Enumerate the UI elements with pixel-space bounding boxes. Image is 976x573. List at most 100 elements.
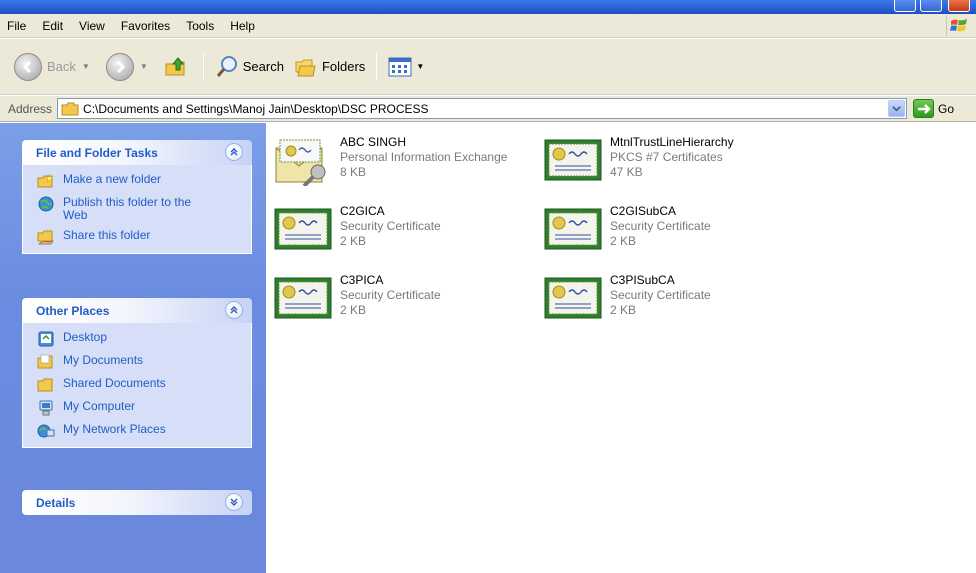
menu-view[interactable]: View [71, 19, 113, 33]
file-item[interactable]: C3PICA Security Certificate 2 KB [272, 272, 542, 330]
file-type: Security Certificate [610, 219, 711, 233]
menu-bar: File Edit View Favorites Tools Help [0, 14, 976, 38]
file-item[interactable]: ABC SINGH Personal Information Exchange … [272, 134, 542, 192]
shared-documents-icon [37, 377, 55, 393]
file-item[interactable]: C2GICA Security Certificate 2 KB [272, 203, 542, 261]
file-folder-tasks-header[interactable]: File and Folder Tasks [22, 140, 252, 165]
chevron-down-icon [230, 498, 238, 506]
file-type: Security Certificate [340, 219, 441, 233]
certificate-icon [542, 272, 604, 324]
file-size: 2 KB [610, 234, 637, 248]
my-computer-icon [37, 400, 55, 416]
place-my-documents[interactable]: My Documents [37, 354, 241, 370]
file-item[interactable]: C3PISubCA Security Certificate 2 KB [542, 272, 812, 330]
chevron-down-icon [892, 106, 901, 112]
menu-help[interactable]: Help [222, 19, 263, 33]
search-label: Search [242, 59, 284, 74]
folders-icon [294, 55, 318, 79]
back-arrow-icon [14, 52, 42, 81]
toolbar-separator [376, 52, 378, 81]
forward-dropdown-icon[interactable]: ▼ [140, 62, 148, 71]
forward-arrow-icon [105, 52, 134, 81]
panel-title: File and Folder Tasks [36, 145, 158, 160]
file-item[interactable]: C2GISubCA Security Certificate 2 KB [542, 203, 812, 261]
address-path: C:\Documents and Settings\Manoj Jain\Des… [83, 101, 429, 116]
search-button[interactable]: Search [210, 49, 289, 85]
file-size: 2 KB [610, 303, 637, 317]
address-bar: Address C:\Documents and Settings\Manoj … [0, 96, 976, 122]
certificate-icon [542, 203, 604, 255]
publish-web-icon [37, 196, 55, 212]
close-button[interactable] [948, 0, 970, 12]
file-size: 8 KB [340, 165, 367, 179]
file-size: 47 KB [610, 165, 643, 179]
back-button[interactable]: Back ▼ [9, 49, 101, 85]
file-view: ABC SINGH Personal Information Exchange … [266, 123, 976, 573]
new-folder-icon [37, 173, 55, 189]
menu-tools[interactable]: Tools [178, 19, 222, 33]
search-icon [215, 55, 239, 79]
folder-icon [61, 102, 79, 115]
title-bar [0, 0, 976, 14]
up-folder-button[interactable] [159, 49, 197, 85]
folders-button[interactable]: Folders [289, 49, 370, 85]
place-shared-documents[interactable]: Shared Documents [37, 377, 241, 393]
place-label: My Documents [63, 353, 144, 367]
up-folder-icon [164, 55, 188, 79]
share-folder-icon [37, 229, 55, 245]
task-label: Publish this folder to the Web [63, 195, 192, 222]
go-label: Go [938, 101, 955, 116]
pfx-certificate-icon [272, 134, 334, 186]
place-label: Desktop [63, 330, 108, 344]
file-size: 2 KB [340, 303, 367, 317]
file-type: PKCS #7 Certificates [610, 150, 723, 164]
place-label: Shared Documents [63, 376, 166, 390]
file-size: 2 KB [340, 234, 367, 248]
menu-edit[interactable]: Edit [34, 19, 71, 33]
collapse-button[interactable] [225, 301, 243, 319]
file-folder-tasks-body: Make a new folder Publish this folder to… [22, 165, 252, 254]
views-button[interactable]: ▼ [383, 49, 429, 85]
menu-favorites[interactable]: Favorites [113, 19, 178, 33]
file-name: C2GISubCA [610, 204, 677, 218]
place-my-computer[interactable]: My Computer [37, 400, 241, 416]
certificate-icon [272, 272, 334, 324]
forward-button[interactable]: ▼ [101, 49, 159, 85]
chevron-up-icon [230, 148, 238, 156]
other-places-panel: Other Places Desktop My Documents Shared… [22, 298, 252, 448]
folders-label: Folders [321, 59, 366, 74]
address-dropdown-button[interactable] [888, 100, 906, 117]
go-button[interactable]: Go [913, 99, 954, 118]
file-folder-tasks-panel: File and Folder Tasks Make a new folder … [22, 140, 252, 254]
menu-file[interactable]: File [0, 19, 34, 33]
place-desktop[interactable]: Desktop [37, 331, 241, 347]
details-header[interactable]: Details [22, 490, 252, 515]
minimize-button[interactable] [894, 0, 916, 12]
collapse-button[interactable] [225, 143, 243, 161]
address-input[interactable]: C:\Documents and Settings\Manoj Jain\Des… [57, 98, 908, 119]
panel-title: Details [36, 495, 76, 510]
address-label: Address [8, 101, 53, 116]
file-item[interactable]: MtnlTrustLineHierarchy PKCS #7 Certifica… [542, 134, 812, 192]
file-name: C2GICA [340, 204, 385, 218]
panel-title: Other Places [36, 303, 110, 318]
back-dropdown-icon[interactable]: ▼ [82, 62, 90, 71]
task-make-new-folder[interactable]: Make a new folder [37, 173, 241, 189]
file-type: Personal Information Exchange [340, 150, 508, 164]
place-label: My Computer [63, 399, 136, 413]
expand-button[interactable] [225, 493, 243, 511]
task-share-folder[interactable]: Share this folder [37, 229, 241, 245]
desktop-icon [37, 331, 55, 347]
other-places-header[interactable]: Other Places [22, 298, 252, 323]
maximize-button[interactable] [920, 0, 942, 12]
views-dropdown-icon[interactable]: ▼ [416, 62, 424, 71]
file-type: Security Certificate [610, 288, 711, 302]
place-network-places[interactable]: My Network Places [37, 423, 241, 439]
network-places-icon [37, 423, 55, 439]
my-documents-icon [37, 354, 55, 370]
file-name: MtnlTrustLineHierarchy [610, 135, 734, 149]
file-name: C3PICA [340, 273, 384, 287]
task-publish-web[interactable]: Publish this folder to the Web [37, 196, 241, 222]
task-label: Make a new folder [63, 172, 162, 186]
chevron-up-icon [230, 306, 238, 314]
